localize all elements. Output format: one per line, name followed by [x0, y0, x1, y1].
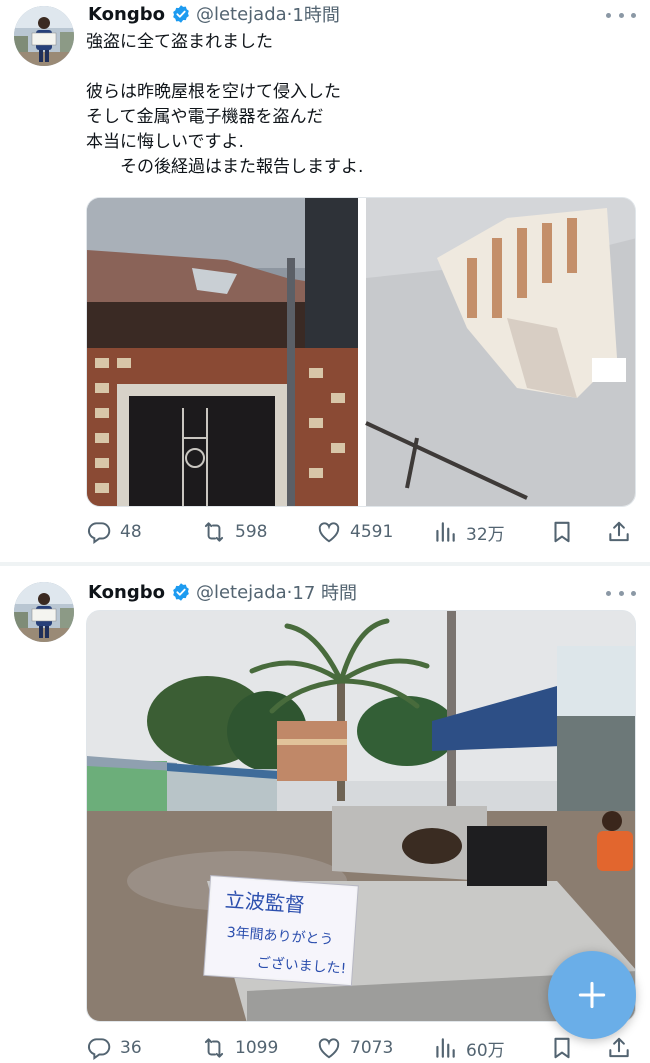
tweet-text-line: そして金属や電子機器を盗んだ	[86, 107, 324, 127]
share-button[interactable]	[606, 1033, 640, 1063]
avatar[interactable]	[14, 582, 74, 642]
like-count: 7073	[350, 1038, 394, 1058]
like-button[interactable]: 4591	[316, 517, 393, 547]
tweet-header: Kongbo @letejada · 17 時間	[88, 578, 357, 606]
bookmark-icon	[554, 521, 570, 543]
photo-market-street-with-sign: 立波監督 3年間ありがとう ございました!	[87, 611, 635, 1021]
tweet-text-line: 彼らは昨晩屋根を空けて侵入した	[86, 82, 341, 102]
media-images	[87, 198, 635, 506]
bookmark-icon	[554, 1037, 570, 1059]
retweet-icon	[204, 1038, 224, 1058]
avatar[interactable]	[14, 6, 74, 66]
action-bar: 36 1099 7073 60万	[86, 1033, 636, 1063]
tweet-text: 強盗に全て盗まれました 彼らは昨晩屋根を空けて侵入した そして金属や電子機器を盗…	[86, 30, 626, 180]
views-icon	[436, 522, 455, 542]
tweet-time[interactable]: 17 時間	[292, 579, 357, 605]
author-name[interactable]: Kongbo	[88, 582, 165, 603]
views-button[interactable]: 32万	[432, 517, 505, 547]
compose-button[interactable]	[548, 951, 636, 1039]
bookmark-button[interactable]	[549, 1033, 583, 1063]
like-button[interactable]: 7073	[316, 1033, 393, 1063]
photo-broken-roof-exterior	[87, 198, 358, 506]
retweet-button[interactable]: 598	[201, 517, 267, 547]
avatar-photo	[14, 582, 74, 642]
views-count: 32万	[466, 524, 505, 545]
share-icon	[609, 1037, 629, 1058]
share-icon	[609, 521, 629, 542]
more-icon[interactable]	[606, 5, 636, 25]
like-icon	[318, 1038, 340, 1059]
retweet-count: 1099	[235, 1038, 279, 1058]
reply-icon	[88, 1038, 111, 1060]
tweet-text-line: その後経過はまた報告しますよ.	[86, 157, 364, 177]
verified-badge-icon	[173, 583, 189, 601]
more-icon[interactable]	[606, 583, 636, 603]
like-icon	[318, 522, 340, 543]
views-count: 60万	[466, 1040, 505, 1061]
author-handle[interactable]: @letejada	[196, 582, 287, 603]
avatar-photo	[14, 6, 74, 66]
views-icon	[436, 1038, 455, 1058]
like-count: 4591	[350, 522, 394, 542]
tweet-text-line: 本当に悔しいですよ.	[86, 132, 244, 152]
retweet-button[interactable]: 1099	[201, 1033, 278, 1063]
reply-count: 36	[120, 1038, 142, 1058]
reply-icon	[88, 522, 111, 544]
action-bar: 48 598 4591 32万	[86, 517, 636, 547]
reply-count: 48	[120, 522, 142, 542]
views-button[interactable]: 60万	[432, 1033, 505, 1063]
retweet-icon	[204, 522, 224, 542]
tweet-text-line: 強盗に全て盗まれました	[86, 32, 273, 52]
tweet[interactable]: Kongbo @letejada · 1時間 強盗に全て盗まれました 彼らは昨晩…	[0, 0, 650, 562]
tweet-media[interactable]: 立波監督 3年間ありがとう ございました!	[86, 610, 636, 1022]
tweet-header: Kongbo @letejada · 1時間	[88, 0, 340, 28]
bookmark-button[interactable]	[549, 517, 583, 547]
compose-icon	[578, 981, 606, 1009]
tweet-media[interactable]	[86, 197, 636, 507]
reply-button[interactable]: 48	[86, 517, 142, 547]
share-button[interactable]	[606, 517, 640, 547]
author-handle[interactable]: @letejada	[196, 4, 287, 25]
retweet-count: 598	[235, 522, 268, 542]
author-name[interactable]: Kongbo	[88, 4, 165, 25]
reply-button[interactable]: 36	[86, 1033, 142, 1063]
verified-badge-icon	[173, 5, 189, 23]
tweet-text-line	[86, 55, 626, 80]
photo-hole-in-ceiling	[365, 198, 635, 506]
tweet-time[interactable]: 1時間	[292, 1, 339, 27]
